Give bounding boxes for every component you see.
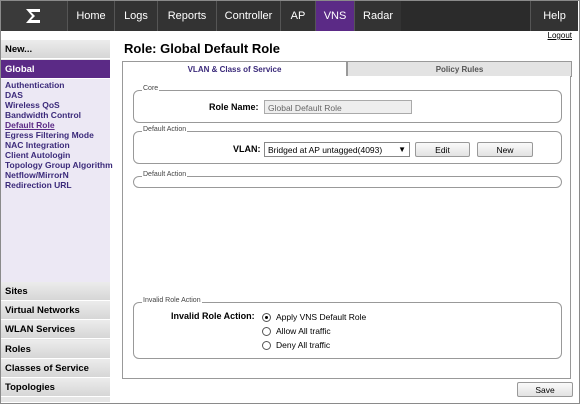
radio-label: Deny All traffic [276, 340, 331, 350]
sidebar-item-default-role[interactable]: Default Role [5, 120, 110, 130]
sidebar-section-wlan-services[interactable]: WLAN Services [1, 320, 110, 339]
core-group: Core Role Name: Global Default Role [133, 85, 562, 123]
radio-allow-all-traffic[interactable]: Allow All traffic [262, 326, 331, 336]
nav-tab-reports[interactable]: Reports [157, 1, 216, 31]
invalid-role-label: Invalid Role Action: [171, 311, 255, 321]
sidebar-item-netflow-mirrorn[interactable]: Netflow/MirrorN [5, 170, 110, 180]
chevron-down-icon: ▼ [398, 145, 406, 154]
nav-tab-controller[interactable]: Controller [216, 1, 280, 31]
sidebar-item-das[interactable]: DAS [5, 90, 110, 100]
extreme-logo-icon[interactable] [1, 1, 67, 31]
radio-deny-all-traffic[interactable]: Deny All traffic [262, 340, 330, 350]
new-vlan-button[interactable]: New [477, 142, 533, 157]
sidebar-new[interactable]: New... [1, 40, 110, 59]
nav-tab-radar[interactable]: Radar [354, 1, 401, 31]
default-action-legend: Default Action [142, 126, 188, 133]
vlan-label: VLAN: [233, 144, 261, 154]
role-name-label: Role Name: [209, 102, 259, 112]
edit-vlan-button[interactable]: Edit [415, 142, 470, 157]
core-legend: Core [142, 85, 160, 92]
invalid-role-legend: Invalid Role Action [142, 297, 202, 304]
nav-help[interactable]: Help [530, 1, 578, 31]
sidebar-item-egress-filtering-mode[interactable]: Egress Filtering Mode [5, 130, 110, 140]
sidebar-section-virtual-networks[interactable]: Virtual Networks [1, 301, 110, 320]
sidebar-section-classes-of-service[interactable]: Classes of Service [1, 359, 110, 378]
page-title: Role: Global Default Role [124, 41, 281, 56]
radio-unchecked-icon[interactable] [262, 326, 271, 336]
tab-content: Core Role Name: Global Default Role Defa… [122, 76, 571, 379]
sidebar-item-redirection-url[interactable]: Redirection URL [5, 180, 110, 190]
vlan-select-value: Bridged at AP untagged(4093) [268, 145, 383, 155]
nav-tab-ap[interactable]: AP [280, 1, 315, 31]
tab-policy-rules[interactable]: Policy Rules [347, 61, 572, 77]
sidebar-section-global[interactable]: Global [1, 60, 110, 79]
sidebar-global-submenu: Authentication DAS Wireless QoS Bandwidt… [1, 79, 113, 283]
nav-tab-home[interactable]: Home [67, 1, 114, 31]
invalid-role-group: Invalid Role Action Invalid Role Action:… [133, 297, 562, 359]
tab-vlan-class-of-service[interactable]: VLAN & Class of Service [122, 61, 347, 77]
sidebar-item-topology-group-algorithm[interactable]: Topology Group Algorithm [5, 160, 113, 170]
sidebar-item-client-autologin[interactable]: Client Autologin [5, 150, 110, 160]
sidebar-section-sites[interactable]: Sites [1, 282, 110, 301]
radio-label: Allow All traffic [276, 326, 331, 336]
radio-checked-icon[interactable] [262, 312, 271, 322]
sidebar-item-bandwidth-control[interactable]: Bandwidth Control [5, 110, 110, 120]
default-action-group: Default Action VLAN: Bridged at AP untag… [133, 126, 562, 164]
sidebar-section-topologies[interactable]: Topologies [1, 378, 110, 397]
radio-unchecked-icon[interactable] [262, 340, 271, 350]
radio-label: Apply VNS Default Role [276, 312, 367, 322]
sidebar-section-roles[interactable]: Roles [1, 340, 110, 359]
default-action-legend-2: Default Action [142, 171, 188, 178]
default-action-group-2: Default Action [133, 171, 562, 188]
logout-link[interactable]: Logout [548, 31, 572, 40]
nav-tab-logs[interactable]: Logs [114, 1, 157, 31]
sidebar-item-authentication[interactable]: Authentication [5, 80, 110, 90]
vlan-select[interactable]: Bridged at AP untagged(4093) ▼ [264, 142, 410, 157]
sidebar-item-wireless-qos[interactable]: Wireless QoS [5, 100, 110, 110]
top-nav: Home Logs Reports Controller AP VNS Rada… [1, 1, 578, 31]
save-button[interactable]: Save [517, 382, 573, 397]
sidebar: New... Global Authentication DAS Wireles… [1, 40, 113, 402]
nav-tab-vns[interactable]: VNS [315, 1, 354, 31]
radio-apply-vns-default-role[interactable]: Apply VNS Default Role [262, 312, 366, 322]
sidebar-item-nac-integration[interactable]: NAC Integration [5, 140, 110, 150]
role-name-field[interactable]: Global Default Role [264, 100, 412, 114]
